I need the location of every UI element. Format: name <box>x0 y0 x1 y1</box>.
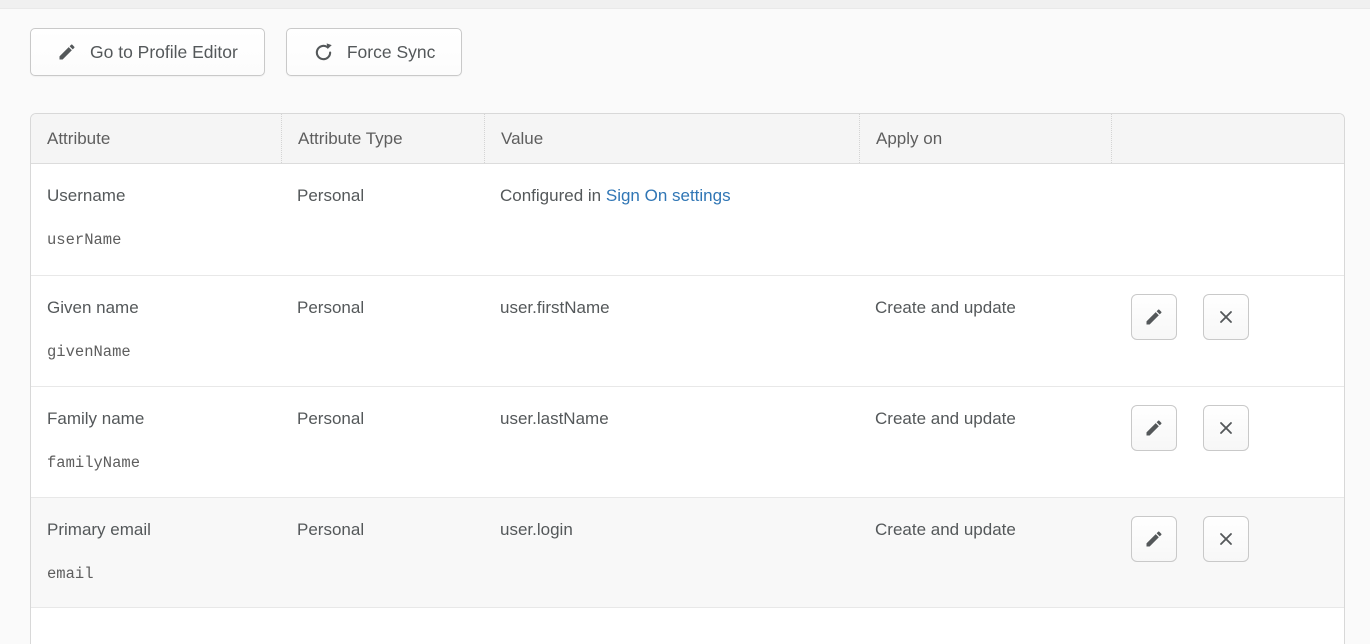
delete-attribute-button[interactable] <box>1203 405 1249 451</box>
attribute-cell: Username userName <box>31 164 281 275</box>
attribute-label: Family name <box>47 409 271 429</box>
toolbar: Go to Profile Editor Force Sync <box>30 28 1370 76</box>
actions-cell <box>1111 276 1344 386</box>
go-to-profile-editor-button[interactable]: Go to Profile Editor <box>30 28 265 76</box>
force-sync-button[interactable]: Force Sync <box>286 28 463 76</box>
edit-attribute-button[interactable] <box>1131 405 1177 451</box>
pencil-icon <box>1144 529 1164 549</box>
go-to-profile-editor-label: Go to Profile Editor <box>90 42 238 63</box>
attribute-label: Primary email <box>47 520 271 540</box>
attribute-cell: Given name givenName <box>31 276 281 386</box>
attribute-label: Given name <box>47 298 271 318</box>
attribute-type-cell: Personal <box>281 164 484 275</box>
x-icon <box>1216 529 1236 549</box>
pencil-icon <box>57 42 77 62</box>
column-header-apply-on: Apply on <box>859 114 1111 163</box>
value-text: Configured in <box>500 186 601 205</box>
table-row-partial <box>31 607 1344 644</box>
actions-cell <box>1111 387 1344 497</box>
x-icon <box>1216 418 1236 438</box>
column-header-value: Value <box>484 114 859 163</box>
column-header-attribute: Attribute <box>31 114 281 163</box>
value-cell: user.login <box>484 498 859 607</box>
value-cell: user.firstName <box>484 276 859 386</box>
force-sync-label: Force Sync <box>347 42 436 63</box>
actions-cell <box>1111 164 1344 275</box>
attribute-type-cell: Personal <box>281 498 484 607</box>
actions-cell <box>1111 498 1344 607</box>
table-row-primary-email: Primary email email Personal user.login … <box>31 497 1344 607</box>
pencil-icon <box>1144 307 1164 327</box>
sign-on-settings-link[interactable]: Sign On settings <box>606 186 731 205</box>
attribute-cell: Primary email email <box>31 498 281 607</box>
apply-on-cell: Create and update <box>859 498 1111 607</box>
delete-attribute-button[interactable] <box>1203 294 1249 340</box>
value-cell: Configured in Sign On settings <box>484 164 859 275</box>
apply-on-cell: Create and update <box>859 387 1111 497</box>
attribute-cell: Family name familyName <box>31 387 281 497</box>
page-top-divider <box>0 0 1370 9</box>
column-header-attribute-type: Attribute Type <box>281 114 484 163</box>
attribute-type-cell: Personal <box>281 387 484 497</box>
edit-attribute-button[interactable] <box>1131 294 1177 340</box>
delete-attribute-button[interactable] <box>1203 516 1249 562</box>
attribute-variable-name: userName <box>47 231 271 250</box>
pencil-icon <box>1144 418 1164 438</box>
value-cell: user.lastName <box>484 387 859 497</box>
x-icon <box>1216 307 1236 327</box>
apply-on-cell: Create and update <box>859 276 1111 386</box>
table-row-username: Username userName Personal Configured in… <box>31 164 1344 275</box>
attribute-type-cell: Personal <box>281 276 484 386</box>
attribute-variable-name: familyName <box>47 454 271 473</box>
edit-attribute-button[interactable] <box>1131 516 1177 562</box>
table-row-given-name: Given name givenName Personal user.first… <box>31 275 1344 386</box>
apply-on-cell <box>859 164 1111 275</box>
attribute-variable-name: givenName <box>47 343 271 362</box>
attribute-label: Username <box>47 186 271 206</box>
refresh-icon <box>313 42 334 63</box>
table-header-row: Attribute Attribute Type Value Apply on <box>31 114 1344 164</box>
attribute-variable-name: email <box>47 565 271 584</box>
attribute-mappings-table: Attribute Attribute Type Value Apply on … <box>30 113 1345 644</box>
table-row-family-name: Family name familyName Personal user.las… <box>31 386 1344 497</box>
column-header-actions <box>1111 114 1344 163</box>
